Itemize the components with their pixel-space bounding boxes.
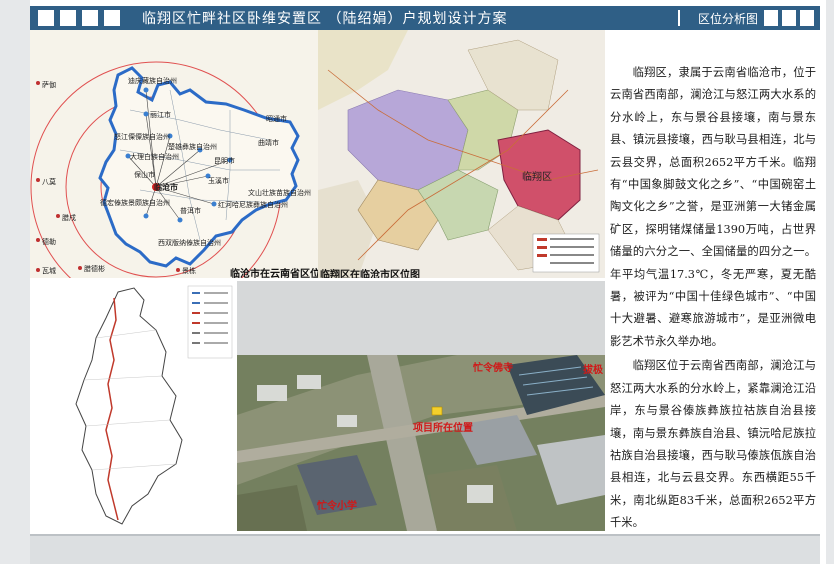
road-label: 拔极 [583, 365, 603, 376]
blank-panel [237, 281, 605, 355]
aerial-site-photo: 项目所在位置 忙令小学 忙令佛寺 拔极 [237, 355, 605, 531]
lincang-city-label: 临沧市 [154, 183, 178, 192]
map-place-label: 昆明市 [214, 157, 235, 165]
page-title: 临翔区忙畔社区卧维安置区 （陆绍娟）户规划设计方案 [142, 11, 508, 27]
map-place-label: 迪庆藏族自治州 [128, 77, 177, 85]
country-city-label: 景栋 [182, 267, 196, 275]
lincang-map-caption: 临翔区在临沧市区位图 [320, 270, 420, 278]
country-city-label: 腊德彬 [84, 265, 105, 273]
header-decor-block [782, 10, 796, 26]
right-margin-strip [826, 0, 834, 564]
map-place-label: 曲靖市 [258, 139, 279, 147]
left-margin-strip [0, 0, 30, 564]
country-city-label: 德勒 [42, 238, 56, 246]
country-city-label: 萨伽 [42, 81, 56, 89]
map-place-label: 保山市 [134, 171, 155, 179]
page-footer [30, 534, 820, 564]
page-header: 临翔区忙畔社区卧维安置区 （陆绍娟）户规划设计方案 区位分析图 [30, 6, 820, 30]
site-location-label: 项目所在位置 [413, 423, 473, 434]
country-city-label: 腊戌 [62, 214, 76, 222]
header-decor-block [60, 10, 76, 26]
yunnan-location-map: 临沧市 迪庆藏族自治州 丽江市 怒江傈僳族自治州 大理白族自治州 保山市 德宏傣… [30, 30, 318, 278]
temple-label: 忙令佛寺 [473, 363, 513, 374]
aerial-photo-graphic [237, 355, 605, 531]
map-place-label: 楚雄彝族自治州 [168, 143, 217, 151]
map-place-label: 文山壮族苗族自治州 [248, 189, 311, 197]
header-decor-block [800, 10, 814, 26]
header-decor-block [764, 10, 778, 26]
district-outline-map [30, 280, 235, 533]
map-place-label: 丽江市 [150, 111, 171, 119]
map-place-label: 怒江傈僳族自治州 [114, 133, 170, 141]
district-description: 临翔区，隶属于云南省临沧市，位于云南省西南部，澜沧江与怒江两大水系的分水岭上，东… [610, 62, 816, 535]
header-decor-block [82, 10, 98, 26]
map-place-label: 红河哈尼族彝族自治州 [218, 201, 288, 209]
map-place-label: 玉溪市 [208, 177, 229, 185]
header-decor-block [104, 10, 120, 26]
map-place-label: 大理白族自治州 [130, 153, 179, 161]
description-paragraph: 临翔区，隶属于云南省临沧市，位于云南省西南部，澜沧江与怒江两大水系的分水岭上，东… [610, 66, 816, 348]
map-place-label: 昭通市 [266, 115, 287, 123]
section-title: 区位分析图 [697, 12, 758, 26]
yunnan-map-caption: 临沧市在云南省区位图 [230, 269, 318, 278]
map-place-label: 德宏傣族景颇族自治州 [100, 199, 170, 207]
linxiang-district-label: 临翔区 [522, 172, 552, 183]
lincang-map-graphic [318, 30, 605, 278]
description-paragraph: 临翔区位于云南省西南部，澜沧江与怒江两大水系的分水岭上，紧靠澜沧江沿岸，东与景谷… [610, 359, 816, 530]
country-city-label: 瓦城 [42, 267, 56, 275]
school-label: 忙令小学 [317, 501, 357, 512]
header-decor-block [38, 10, 54, 26]
country-city-label: 八莫 [42, 178, 56, 186]
header-separator [678, 10, 680, 26]
lincang-location-map: 临翔区 临翔区在临沧市区位图 [318, 30, 605, 278]
district-map-graphic [75, 285, 233, 525]
map-place-label: 普洱市 [180, 207, 201, 215]
map-place-label: 西双版纳傣族自治州 [158, 239, 221, 247]
